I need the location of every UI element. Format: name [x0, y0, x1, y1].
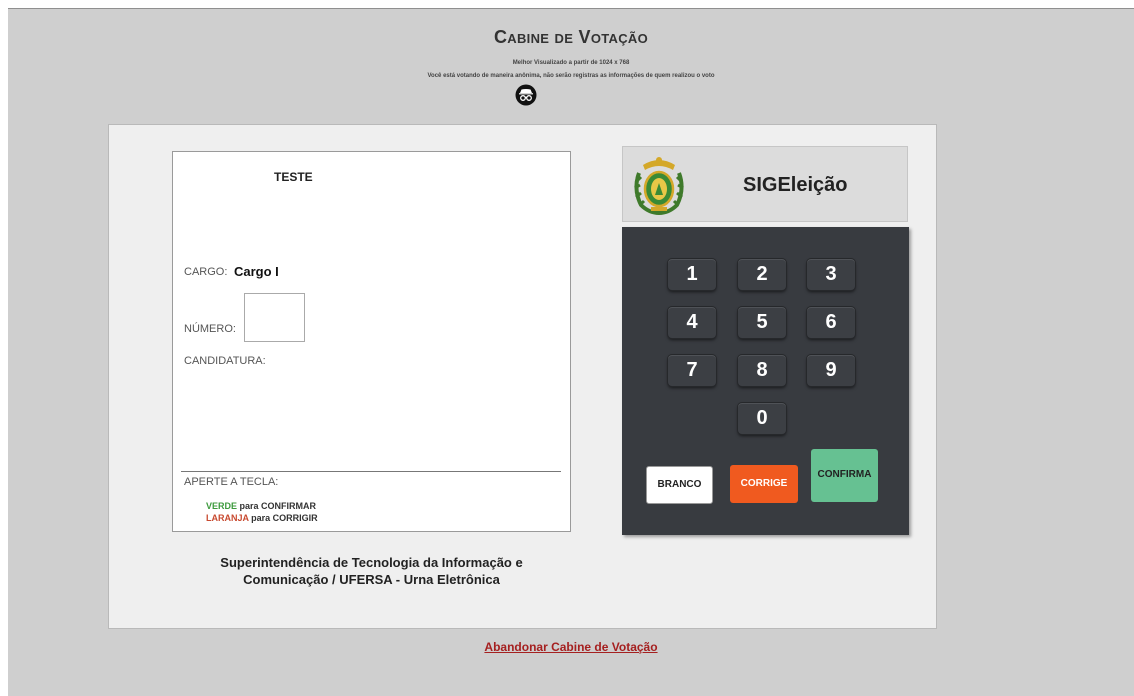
- ballot-screen: TESTE CARGO: Cargo I NÚMERO: CANDIDATURA…: [172, 151, 571, 532]
- election-name: TESTE: [274, 170, 313, 184]
- key-5[interactable]: 5: [738, 307, 786, 338]
- brand-header: SIGEleição: [622, 146, 908, 222]
- confirma-button[interactable]: CONFIRMA: [811, 449, 878, 502]
- hint-correct: LARANJA para CORRIGIR: [206, 513, 318, 523]
- best-view-notice: Melhor Visualizado a partir de 1024 x 76…: [512, 60, 630, 66]
- key-4[interactable]: 4: [668, 307, 716, 338]
- key-7[interactable]: 7: [668, 355, 716, 386]
- aperte-label: APERTE A TECLA:: [184, 476, 279, 488]
- key-9[interactable]: 9: [807, 355, 855, 386]
- numero-field: [244, 293, 305, 342]
- hint-green-rest: para CONFIRMAR: [237, 501, 317, 511]
- page-title: Cabine de Votação: [494, 27, 648, 47]
- hint-green-word: VERDE: [206, 501, 238, 511]
- keypad: 1 2 3 4 5 6 7 8 9 0 BRANCO CORRIGE CONFI…: [622, 227, 909, 535]
- key-0[interactable]: 0: [738, 403, 786, 434]
- incognito-icon: [515, 84, 537, 106]
- key-8[interactable]: 8: [738, 355, 786, 386]
- footer-line-2: Comunicação / UFERSA - Urna Eletrônica: [243, 572, 500, 587]
- key-2[interactable]: 2: [738, 259, 786, 290]
- brand-name: SIGEleição: [743, 174, 848, 196]
- voting-booth-page: Cabine de Votação Melhor Visualizado a p…: [8, 8, 1134, 696]
- corrige-button[interactable]: CORRIGE: [730, 465, 798, 503]
- divider: [181, 471, 561, 472]
- hint-orange-rest: para CORRIGIR: [248, 513, 318, 523]
- coat-of-arms-icon: [634, 157, 684, 216]
- cargo-value: Cargo I: [234, 264, 279, 279]
- numero-label: NÚMERO:: [184, 323, 236, 335]
- abandon-booth-link[interactable]: Abandonar Cabine de Votação: [8, 640, 1134, 654]
- footer-line-1: Superintendência de Tecnologia da Inform…: [220, 555, 523, 570]
- key-3[interactable]: 3: [807, 259, 855, 290]
- branco-button[interactable]: BRANCO: [646, 466, 713, 504]
- key-1[interactable]: 1: [668, 259, 716, 290]
- hint-orange-word: LARANJA: [206, 513, 249, 523]
- key-6[interactable]: 6: [807, 307, 855, 338]
- cargo-label: CARGO:: [184, 266, 228, 278]
- candidatura-label: CANDIDATURA:: [184, 355, 266, 367]
- hint-confirm: VERDE para CONFIRMAR: [206, 501, 316, 511]
- urn-panel: TESTE CARGO: Cargo I NÚMERO: CANDIDATURA…: [108, 124, 937, 629]
- anonymous-notice: Você está votando de maneira anônima, nã…: [427, 73, 715, 79]
